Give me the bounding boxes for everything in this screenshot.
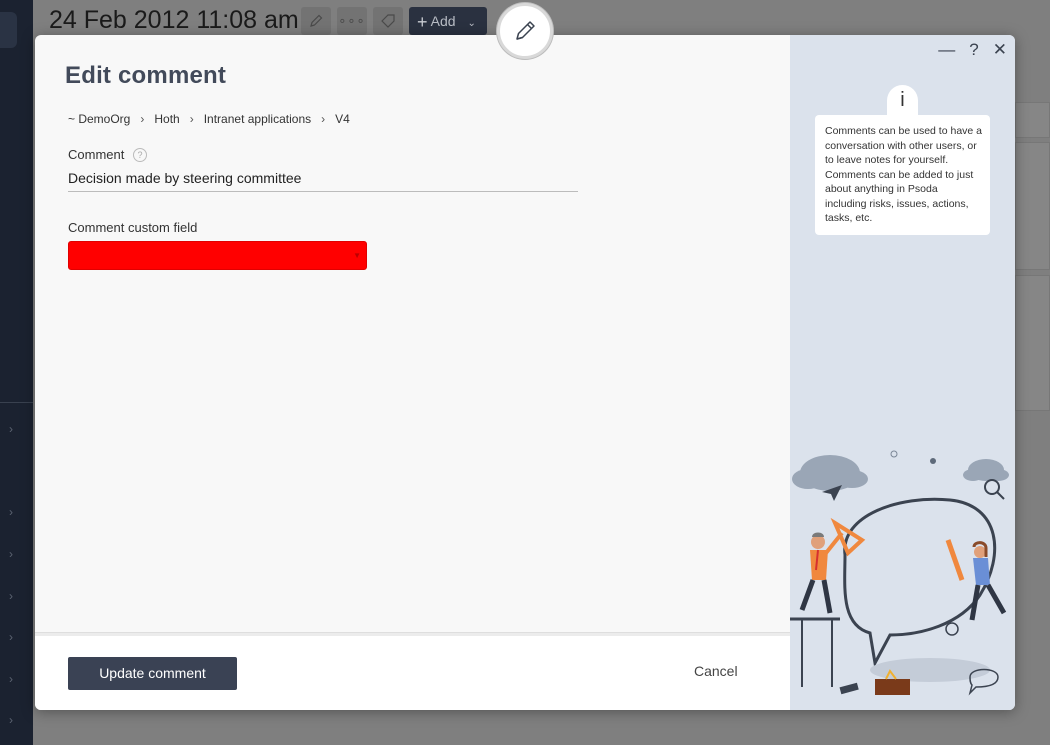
dialog-footer: Update comment Cancel <box>35 636 790 710</box>
tag-button[interactable] <box>373 7 403 35</box>
stool-illustration <box>790 617 840 687</box>
breadcrumb-item[interactable]: Hoth <box>154 112 179 126</box>
add-label: Add <box>430 13 456 29</box>
background-panel <box>1015 142 1050 270</box>
comments-illustration <box>790 450 1009 696</box>
update-comment-button[interactable]: Update comment <box>68 657 237 690</box>
more-button[interactable]: ∘∘∘ <box>337 7 367 35</box>
chevron-right-icon[interactable]: › <box>9 423 21 435</box>
pencil-icon <box>310 14 323 27</box>
edit-comment-dialog: Edit comment ~ DemoOrg › Hoth › Intranet… <box>35 35 1015 710</box>
edit-pencil-badge <box>497 3 553 59</box>
chevron-down-icon: ⌄ <box>467 18 476 29</box>
edit-button[interactable] <box>301 7 331 35</box>
info-side-panel: — ? ✕ i Comments can be used to have a c… <box>790 35 1015 710</box>
dialog-title: Edit comment <box>65 62 227 89</box>
comment-label: Comment ? <box>68 147 147 162</box>
background-panel <box>1015 275 1050 411</box>
chevron-right-icon[interactable]: › <box>9 590 21 602</box>
chevron-right-icon[interactable]: › <box>9 506 21 518</box>
chevron-down-icon: ▼ <box>353 251 361 260</box>
dialog-form-area: Edit comment ~ DemoOrg › Hoth › Intranet… <box>35 35 790 710</box>
info-icon: i <box>887 85 918 116</box>
cloud-icon <box>963 459 1009 481</box>
minimize-icon[interactable]: — <box>938 40 955 60</box>
sidebar-divider <box>0 402 33 403</box>
help-icon[interactable]: ? <box>132 148 147 162</box>
chevron-right-icon[interactable]: › <box>9 714 21 726</box>
cloud-icon <box>792 455 868 491</box>
comment-label-text: Comment <box>68 147 125 162</box>
toolbox-icon <box>875 679 910 695</box>
window-controls: — ? ✕ <box>938 40 1007 60</box>
pencil-icon <box>516 21 535 40</box>
plus-icon: + <box>417 12 428 32</box>
custom-field-select[interactable]: ▼ <box>68 241 367 270</box>
person-illustration <box>799 517 866 614</box>
speech-bubble-icon <box>843 497 997 668</box>
more-icon: ∘∘∘ <box>338 13 366 28</box>
cancel-button[interactable]: Cancel <box>694 663 738 679</box>
chevron-right-icon[interactable]: › <box>9 631 21 643</box>
info-text: Comments can be used to have a conversat… <box>815 115 990 235</box>
custom-field-label: Comment custom field <box>68 220 198 235</box>
comment-input[interactable]: Decision made by steering committee <box>68 168 578 192</box>
breadcrumb-item[interactable]: ~ DemoOrg <box>68 112 130 126</box>
help-icon[interactable]: ? <box>969 40 978 60</box>
breadcrumb: ~ DemoOrg › Hoth › Intranet applications… <box>68 112 350 126</box>
tag-icon <box>381 14 395 28</box>
page-title: 24 Feb 2012 11:08 am <box>49 6 299 34</box>
chevron-right-icon: › <box>189 112 194 126</box>
breadcrumb-item[interactable]: V4 <box>335 112 350 126</box>
breadcrumb-item[interactable]: Intranet applications <box>204 112 311 126</box>
chevron-right-icon[interactable]: › <box>9 673 21 685</box>
app-sidebar: › › › › › › › <box>0 0 33 745</box>
chevron-right-icon[interactable]: › <box>9 548 21 560</box>
chevron-right-icon: › <box>321 112 326 126</box>
close-icon[interactable]: ✕ <box>993 40 1007 60</box>
search-icon <box>984 479 1005 500</box>
sidebar-toggle[interactable] <box>0 12 17 48</box>
chevron-right-icon: › <box>140 112 145 126</box>
add-button[interactable]: + Add ⌄ <box>409 7 487 35</box>
background-panel <box>1015 102 1050 138</box>
